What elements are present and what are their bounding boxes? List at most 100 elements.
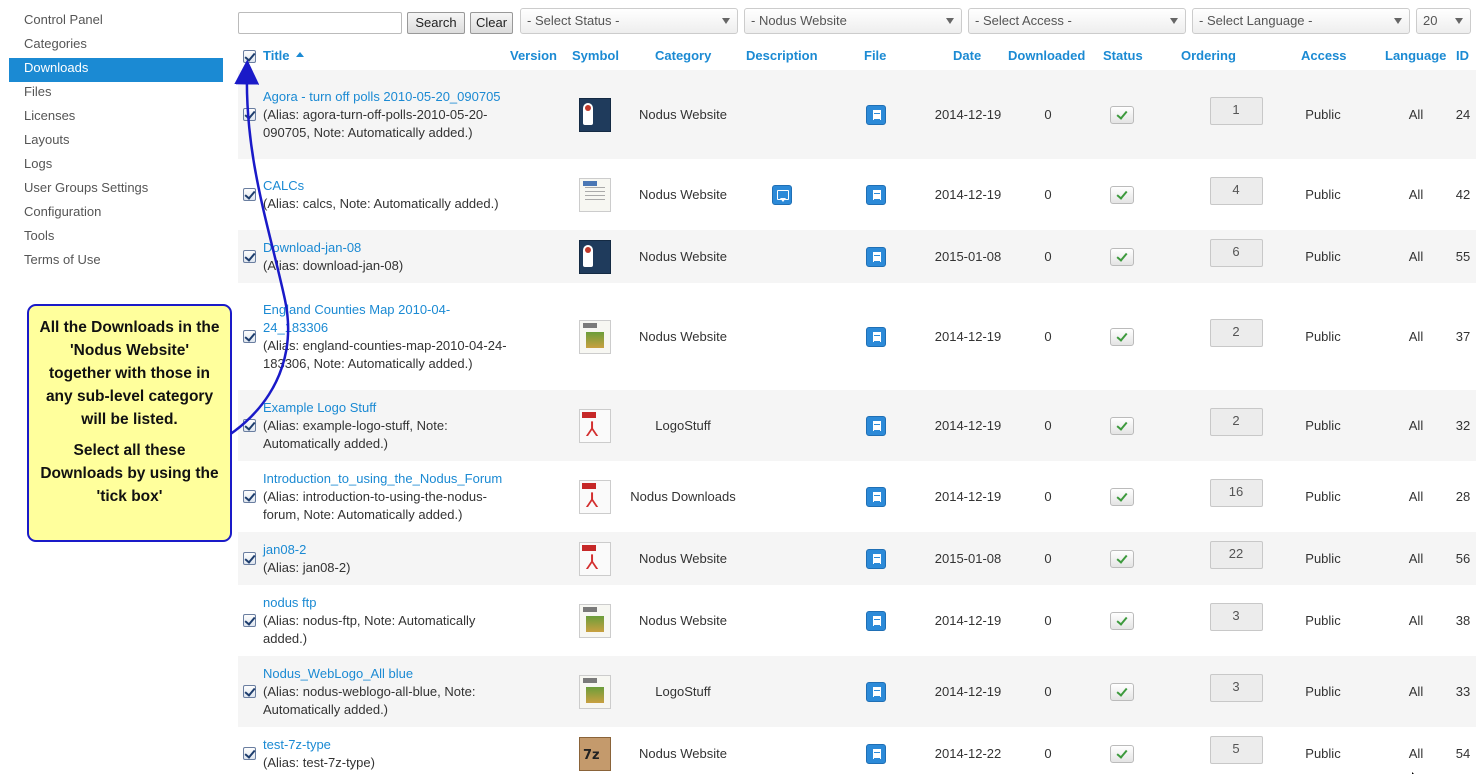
file-icon[interactable] xyxy=(866,326,886,347)
id-label: 42 xyxy=(1455,187,1471,202)
download-title-link[interactable]: CALCs xyxy=(263,177,304,195)
ordering-input[interactable]: 22 xyxy=(1209,540,1263,569)
column-header-id[interactable]: ID xyxy=(1456,42,1469,70)
sidebar-item-downloads[interactable]: Downloads xyxy=(9,58,223,82)
status-select[interactable]: - Select Status - xyxy=(520,8,738,34)
downloaded-count: 0 xyxy=(1044,107,1052,122)
row-checkbox[interactable] xyxy=(243,108,256,121)
row-checkbox[interactable] xyxy=(243,614,256,627)
column-header-symbol[interactable]: Symbol xyxy=(572,42,619,70)
title-cell: Example Logo Stuff (Alias: example-logo-… xyxy=(263,390,508,461)
sidebar-item-control-panel[interactable]: Control Panel xyxy=(9,10,223,34)
language-select[interactable]: - Select Language - xyxy=(1192,8,1410,34)
column-header-downloaded[interactable]: Downloaded xyxy=(1008,42,1085,70)
download-title-link[interactable]: nodus ftp xyxy=(263,594,317,612)
column-header-access[interactable]: Access xyxy=(1301,42,1347,70)
column-header-file[interactable]: File xyxy=(864,42,886,70)
category-select[interactable]: - Nodus Website xyxy=(744,8,962,34)
date-label: 2014-12-19 xyxy=(934,489,1002,504)
row-checkbox[interactable] xyxy=(243,747,256,760)
ordering-cell: 6 xyxy=(1198,230,1274,283)
access-select[interactable]: - Select Access - xyxy=(968,8,1186,34)
ordering-input[interactable]: 6 xyxy=(1209,238,1263,267)
ordering-input[interactable]: 1 xyxy=(1209,96,1263,125)
file-icon[interactable] xyxy=(866,104,886,125)
published-check-icon[interactable] xyxy=(1110,487,1134,506)
sidebar-item-layouts[interactable]: Layouts xyxy=(9,130,223,154)
column-header-description[interactable]: Description xyxy=(746,42,818,70)
sidebar-item-terms-of-use[interactable]: Terms of Use xyxy=(9,250,223,274)
file-icon[interactable] xyxy=(866,610,886,631)
ordering-input[interactable]: 3 xyxy=(1209,673,1263,702)
download-title-link[interactable]: Download-jan-08 xyxy=(263,239,361,257)
language-cell: All xyxy=(1398,70,1434,159)
file-icon[interactable] xyxy=(866,681,886,702)
downloaded-cell: 0 xyxy=(1018,461,1078,532)
status-cell xyxy=(1102,159,1142,230)
sidebar-item-categories[interactable]: Categories xyxy=(9,34,223,58)
published-check-icon[interactable] xyxy=(1110,549,1134,568)
file-icon[interactable] xyxy=(866,246,886,267)
row-checkbox[interactable] xyxy=(243,552,256,565)
sidebar-item-user-groups-settings[interactable]: User Groups Settings xyxy=(9,178,223,202)
description-icon[interactable] xyxy=(772,184,792,205)
download-title-link[interactable]: jan08-2 xyxy=(263,541,306,559)
published-check-icon[interactable] xyxy=(1110,247,1134,266)
file-icon[interactable] xyxy=(866,184,886,205)
download-title-link[interactable]: Nodus_WebLogo_All blue xyxy=(263,665,413,683)
column-header-category[interactable]: Category xyxy=(655,42,711,70)
limit-select[interactable]: 20 xyxy=(1416,8,1471,34)
date-cell: 2014-12-19 xyxy=(928,159,1008,230)
row-checkbox[interactable] xyxy=(243,490,256,503)
status-cell xyxy=(1102,390,1142,461)
sidebar-item-licenses[interactable]: Licenses xyxy=(9,106,223,130)
file-cell xyxy=(854,727,898,780)
published-check-icon[interactable] xyxy=(1110,185,1134,204)
download-title-link[interactable]: Example Logo Stuff xyxy=(263,399,376,417)
clear-button[interactable]: Clear xyxy=(470,12,513,34)
ordering-input[interactable]: 2 xyxy=(1209,318,1263,347)
sidebar-item-files[interactable]: Files xyxy=(9,82,223,106)
language-cell: All xyxy=(1398,656,1434,727)
mouse-cursor-icon xyxy=(1412,772,1414,774)
ordering-input[interactable]: 4 xyxy=(1209,176,1263,205)
download-title-link[interactable]: Agora - turn off polls 2010-05-20_090705 xyxy=(263,88,501,106)
column-header-status[interactable]: Status xyxy=(1103,42,1143,70)
id-cell: 24 xyxy=(1450,70,1476,159)
file-icon[interactable] xyxy=(866,486,886,507)
download-title-link[interactable]: Introduction_to_using_the_Nodus_Forum xyxy=(263,470,502,488)
ordering-input[interactable]: 3 xyxy=(1209,602,1263,631)
row-checkbox[interactable] xyxy=(243,250,256,263)
published-check-icon[interactable] xyxy=(1110,416,1134,435)
published-check-icon[interactable] xyxy=(1110,744,1134,763)
ordering-input[interactable]: 5 xyxy=(1209,735,1263,764)
column-header-title[interactable]: Title xyxy=(263,42,304,70)
download-title-link[interactable]: England Counties Map 2010-04-24_183306 xyxy=(263,301,508,337)
file-icon[interactable] xyxy=(866,548,886,569)
column-header-language[interactable]: Language xyxy=(1385,42,1446,70)
row-checkbox[interactable] xyxy=(243,685,256,698)
ordering-input[interactable]: 2 xyxy=(1209,407,1263,436)
download-title-link[interactable]: test-7z-type xyxy=(263,736,331,754)
select-all-checkbox[interactable] xyxy=(243,50,256,63)
sidebar-item-logs[interactable]: Logs xyxy=(9,154,223,178)
column-header-date[interactable]: Date xyxy=(953,42,981,70)
download-alias: (Alias: calcs, Note: Automatically added… xyxy=(263,195,499,211)
sidebar-item-configuration[interactable]: Configuration xyxy=(9,202,223,226)
row-checkbox[interactable] xyxy=(243,330,256,343)
row-checkbox[interactable] xyxy=(243,188,256,201)
filter-toolbar: Search Clear - Select Status - - Nodus W… xyxy=(238,8,1481,34)
search-button[interactable]: Search xyxy=(407,12,465,34)
sidebar-item-tools[interactable]: Tools xyxy=(9,226,223,250)
published-check-icon[interactable] xyxy=(1110,105,1134,124)
file-icon[interactable] xyxy=(866,743,886,764)
published-check-icon[interactable] xyxy=(1110,611,1134,630)
published-check-icon[interactable] xyxy=(1110,682,1134,701)
column-header-ordering[interactable]: Ordering xyxy=(1181,42,1236,70)
file-icon[interactable] xyxy=(866,415,886,436)
row-checkbox[interactable] xyxy=(243,419,256,432)
search-input[interactable] xyxy=(238,12,402,34)
published-check-icon[interactable] xyxy=(1110,327,1134,346)
ordering-input[interactable]: 16 xyxy=(1209,478,1263,507)
column-header-version[interactable]: Version xyxy=(510,42,557,70)
